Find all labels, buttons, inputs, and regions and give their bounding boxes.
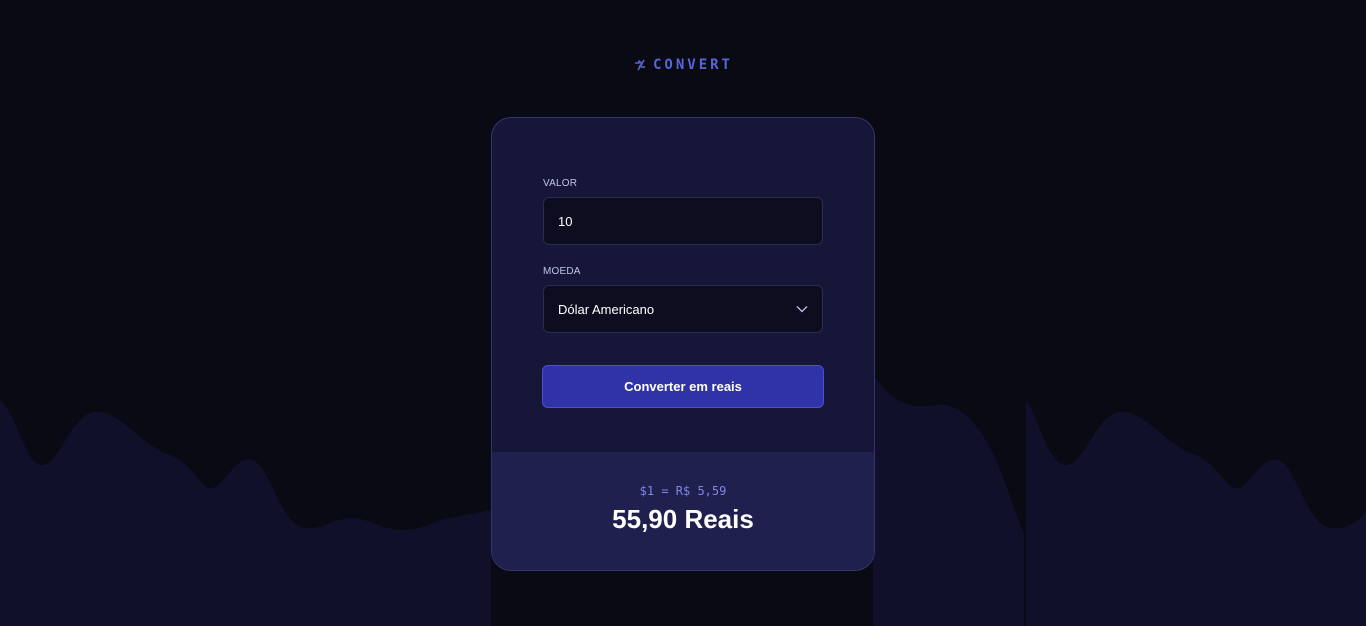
- currency-label: MOEDA: [543, 266, 581, 277]
- amount-label: VALOR: [543, 178, 578, 189]
- currency-selected-value: Dólar Americano: [558, 301, 655, 317]
- converted-total: 55,90 Reais: [612, 504, 754, 534]
- chevron-down-icon: [796, 306, 808, 313]
- amount-input[interactable]: [558, 213, 808, 229]
- converter-card: VALOR MOEDA Dólar Americano Converter em…: [491, 117, 875, 571]
- result-panel: $1 = R$ 5,59 55,90 Reais: [492, 452, 874, 570]
- page: CONVERT VALOR MOEDA Dólar Americano Conv…: [0, 0, 1366, 626]
- exchange-rate: $1 = R$ 5,59: [639, 484, 727, 498]
- convert-button[interactable]: Converter em reais: [542, 365, 824, 408]
- brand-name: CONVERT: [652, 57, 733, 73]
- arrows-exchange-icon: [634, 59, 645, 71]
- currency-select[interactable]: Dólar Americano: [543, 285, 823, 333]
- brand-logo: CONVERT: [0, 57, 1366, 73]
- amount-field[interactable]: [543, 197, 823, 245]
- converter-form: VALOR MOEDA Dólar Americano: [543, 178, 823, 333]
